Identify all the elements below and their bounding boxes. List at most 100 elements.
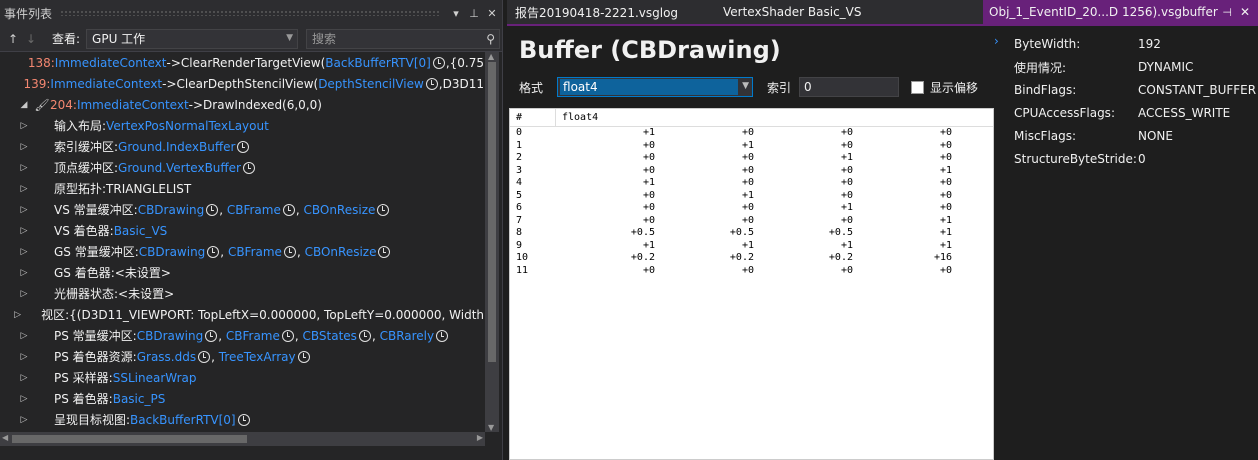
table-row[interactable]: 9 +1 +1 +1 +1 [510, 240, 993, 253]
tree-child-row[interactable]: ▷ PS 着色器资源:Grass.dds, TreeTexArray [0, 346, 484, 367]
history-clock-icon[interactable] [282, 204, 295, 216]
tab-vsgbuffer[interactable]: Obj_1_EventID_20...D 1256).vsgbuffer ⊣ ✕ [983, 0, 1258, 24]
history-clock-icon[interactable] [281, 330, 294, 342]
history-clock-icon[interactable] [297, 351, 310, 363]
tree-child-row[interactable]: ▷ GS 常量缓冲区:CBDrawing, CBFrame, CBOnResize [0, 241, 484, 262]
event-row[interactable]: 139:ImmediateContext->ClearDepthStencilV… [0, 73, 484, 94]
vertical-scrollbar[interactable]: ▲ ▼ [485, 52, 499, 432]
expand-icon[interactable]: ▷ [14, 142, 34, 152]
pin-icon[interactable]: ⊣ [1222, 6, 1232, 19]
tree-child-row[interactable]: ▷ PS 着色器:Basic_PS [0, 388, 484, 409]
resource-link[interactable]: CBDrawing [137, 329, 204, 343]
panel-menu-dropdown-icon[interactable]: ▾ [448, 7, 464, 20]
column-header-index[interactable]: # [510, 109, 556, 126]
tree-child-row[interactable]: ▷ PS 采样器:SSLinearWrap [0, 367, 484, 388]
history-clock-icon[interactable] [425, 77, 438, 90]
tree-child-row[interactable]: ▷ VS 常量缓冲区:CBDrawing, CBFrame, CBOnResize [0, 199, 484, 220]
history-clock-icon[interactable] [207, 246, 220, 258]
search-input[interactable]: 搜索 ⚲ [306, 28, 501, 49]
resource-link[interactable]: Ground.IndexBuffer [118, 140, 235, 154]
tree-child-row[interactable]: ▷ 顶点缓冲区:Ground.VertexBuffer [0, 157, 484, 178]
view-select[interactable]: GPU 工作 ▼ [86, 28, 299, 49]
context-link[interactable]: ImmediateContext [55, 56, 167, 70]
expand-icon[interactable]: ▷ [14, 268, 34, 278]
table-row[interactable]: 2 +0 +0 +1 +0 [510, 152, 993, 165]
tab-vsglog[interactable]: 报告20190418-2221.vsglog [507, 0, 715, 24]
table-row[interactable]: 10 +0.2 +0.2 +0.2 +16 [510, 252, 993, 265]
tree-child-row[interactable]: ▷ 索引缓冲区:Ground.IndexBuffer [0, 136, 484, 157]
tab-vertex-shader[interactable]: VertexShader Basic_VS [715, 0, 983, 24]
expand-icon[interactable]: ▷ [14, 394, 34, 404]
scroll-right-icon[interactable]: ▶ [477, 433, 483, 442]
expand-icon[interactable]: ▷ [14, 205, 34, 215]
argument-link[interactable]: BackBufferRTV[0] [325, 56, 431, 70]
tree-child-row[interactable]: ▷ 视区:{(D3D11_VIEWPORT: TopLeftX=0.000000,… [0, 304, 484, 325]
resource-link[interactable]: Basic_PS [113, 392, 166, 406]
resource-link[interactable]: SSLinearWrap [113, 371, 197, 385]
expand-icon[interactable]: ▷ [14, 352, 34, 362]
search-icon[interactable]: ⚲ [486, 32, 495, 46]
table-row[interactable]: 8 +0.5 +0.5 +0.5 +1 [510, 227, 993, 240]
expand-icon[interactable]: ▷ [14, 247, 34, 257]
history-clock-icon[interactable] [237, 141, 250, 153]
resource-link[interactable]: BackBufferRTV[0] [130, 413, 236, 427]
hscroll-thumb[interactable] [12, 435, 247, 443]
history-clock-icon[interactable] [206, 204, 219, 216]
index-input[interactable]: 0 [799, 77, 900, 97]
table-row[interactable]: 11 +0 +0 +0 +0 [510, 265, 993, 278]
expand-icon[interactable]: ▷ [14, 184, 34, 194]
resource-link[interactable]: CBFrame [227, 203, 281, 217]
close-icon[interactable]: ✕ [484, 7, 500, 20]
resource-link[interactable]: CBDrawing [138, 203, 205, 217]
horizontal-scrollbar[interactable]: ◀ ▶ [0, 432, 485, 446]
table-row[interactable]: 6 +0 +0 +1 +0 [510, 202, 993, 215]
resource-link[interactable]: CBFrame [228, 245, 282, 259]
resource-link[interactable]: CBRarely [380, 329, 435, 343]
arrow-down-icon[interactable]: ↓ [26, 32, 44, 46]
history-clock-icon[interactable] [432, 56, 445, 69]
expand-icon[interactable]: ▷ [14, 331, 34, 341]
expand-icon[interactable]: ▷ [14, 373, 34, 383]
tree-child-row[interactable]: ▷ 呈现目标视图:BackBufferRTV[0] [0, 409, 484, 430]
argument-link[interactable]: DepthStencilView [318, 77, 424, 91]
table-row[interactable]: 1 +0 +1 +0 +0 [510, 140, 993, 153]
tree-child-row[interactable]: ▷ VS 着色器:Basic_VS [0, 220, 484, 241]
scroll-thumb[interactable] [488, 62, 496, 362]
table-row[interactable]: 4 +1 +0 +0 +0 [510, 177, 993, 190]
resource-link[interactable]: Basic_VS [114, 224, 168, 238]
close-icon[interactable]: ✕ [1240, 5, 1250, 19]
resource-link[interactable]: CBStates [303, 329, 357, 343]
table-row[interactable]: 0 +1 +0 +0 +0 [510, 127, 993, 140]
resource-link[interactable]: CBDrawing [139, 245, 206, 259]
context-link[interactable]: ImmediateContext [77, 98, 189, 112]
expand-icon[interactable]: ▷ [14, 163, 34, 173]
context-link[interactable]: ImmediateContext [50, 77, 162, 91]
tree-child-row[interactable]: ▷ 原型拓扑:TRIANGLELIST [0, 178, 484, 199]
column-header-float4[interactable]: float4 [556, 109, 598, 126]
table-row[interactable]: 7 +0 +0 +0 +1 [510, 215, 993, 228]
resource-link[interactable]: VertexPosNormalTexLayout [106, 119, 269, 133]
tree-child-row[interactable]: ▷ 输入布局:VertexPosNormalTexLayout [0, 115, 484, 136]
collapse-icon[interactable]: ◢ [14, 100, 34, 110]
table-row[interactable]: 5 +0 +1 +0 +0 [510, 190, 993, 203]
event-row[interactable]: 138:ImmediateContext->ClearRenderTargetV… [0, 52, 484, 73]
drag-grip[interactable] [60, 10, 440, 16]
history-clock-icon[interactable] [378, 246, 391, 258]
scroll-down-icon[interactable]: ▼ [488, 423, 494, 432]
history-clock-icon[interactable] [377, 204, 390, 216]
show-offset-checkbox[interactable] [911, 80, 925, 94]
table-row[interactable]: 3 +0 +0 +0 +1 [510, 165, 993, 178]
pin-icon[interactable]: ⊥ [466, 7, 482, 20]
history-clock-icon[interactable] [358, 330, 371, 342]
expand-icon[interactable]: ▷ [14, 121, 34, 131]
history-clock-icon[interactable] [436, 330, 449, 342]
scroll-left-icon[interactable]: ◀ [2, 433, 8, 442]
event-row[interactable]: ◢ 🖌 204:ImmediateContext->DrawIndexed(6,0,… [0, 94, 484, 115]
chevron-right-icon[interactable]: › [994, 34, 999, 48]
scroll-up-icon[interactable]: ▲ [488, 52, 494, 61]
resource-link[interactable]: CBOnResize [305, 245, 377, 259]
format-select[interactable]: float4 ▼ [557, 77, 754, 97]
tree-child-row[interactable]: ▷ PS 常量缓冲区:CBDrawing, CBFrame, CBStates, … [0, 325, 484, 346]
history-clock-icon[interactable] [198, 351, 211, 363]
history-clock-icon[interactable] [237, 414, 250, 426]
